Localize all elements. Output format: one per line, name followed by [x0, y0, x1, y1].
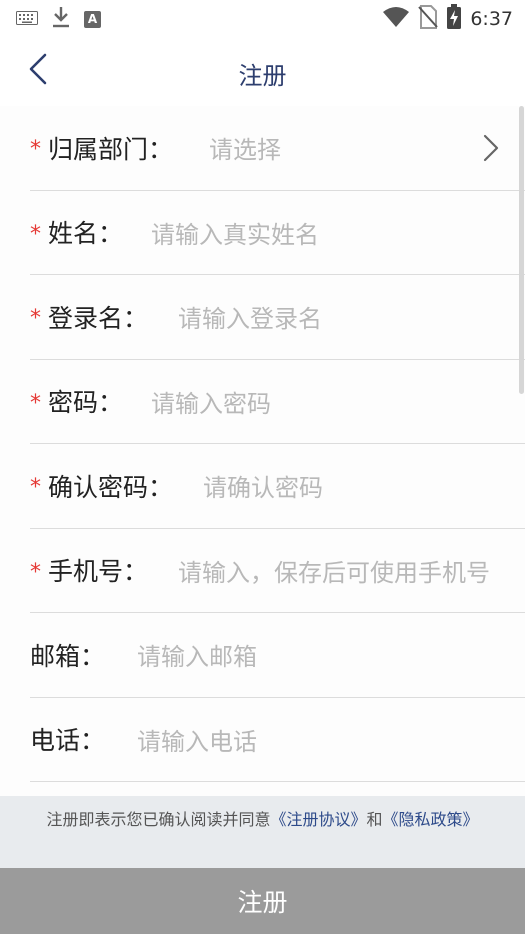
status-time: 6:37 [470, 8, 513, 30]
required-mark: * [30, 390, 41, 416]
no-sim-icon [418, 5, 439, 33]
confirm-password-field[interactable]: * 确认密码： 请确认密码 [30, 444, 525, 529]
username-field[interactable]: * 登录名： 请输入登录名 [30, 275, 525, 360]
email-input[interactable]: 请输入邮箱 [137, 637, 257, 672]
password-input[interactable]: 请输入密码 [151, 384, 271, 419]
password-field[interactable]: * 密码： 请输入密码 [30, 360, 525, 444]
agreement-prefix: 注册即表示您已确认阅读并同意 [46, 810, 271, 829]
field-label: 密码： [48, 388, 124, 418]
field-label: 姓名： [48, 219, 124, 249]
required-mark: * [30, 475, 41, 501]
status-bar: A 6:37 [0, 0, 525, 36]
privacy-policy-link[interactable]: 《隐私政策》 [383, 810, 479, 829]
name-field[interactable]: * 姓名： 请输入真实姓名 [30, 191, 525, 275]
battery-charging-icon [446, 4, 462, 34]
scrollbar[interactable] [519, 106, 524, 394]
phone-field[interactable]: * 手机号： 请输入，保存后可使用手机号 [30, 529, 525, 613]
field-label: 登录名： [48, 303, 149, 333]
wifi-icon [382, 6, 410, 32]
telephone-field[interactable]: 电话： 请输入电话 [30, 698, 525, 782]
page-title: 注册 [238, 62, 287, 90]
field-label: 确认密码： [48, 472, 174, 502]
field-label: 手机号： [48, 557, 149, 587]
confirm-password-input[interactable]: 请确认密码 [203, 468, 323, 503]
field-label: 邮箱： [30, 641, 106, 671]
keyboard-icon [16, 10, 38, 29]
required-mark: * [30, 221, 41, 247]
agreement-text: 注册即表示您已确认阅读并同意《注册协议》和《隐私政策》 [0, 796, 525, 868]
app-header: 注册 [0, 36, 525, 106]
required-mark: * [30, 137, 41, 163]
name-input[interactable]: 请输入真实姓名 [151, 215, 319, 250]
a-letter-icon: A [84, 10, 101, 28]
field-label: 电话： [30, 726, 106, 756]
department-field[interactable]: * 归属部门： 请选择 [30, 106, 525, 191]
username-input[interactable]: 请输入登录名 [178, 299, 322, 334]
register-button[interactable]: 注册 [0, 868, 525, 934]
required-mark: * [30, 559, 41, 585]
department-select[interactable]: 请选择 [209, 130, 281, 165]
registration-form: * 归属部门： 请选择 * 姓名： 请输入真实姓名 * 登录名： 请输入登录名 … [0, 106, 525, 796]
required-mark: * [30, 306, 41, 332]
telephone-input[interactable]: 请输入电话 [137, 722, 257, 757]
agreement-connector: 和 [366, 810, 383, 829]
registration-agreement-link[interactable]: 《注册协议》 [270, 810, 366, 829]
field-label: 归属部门： [48, 134, 174, 164]
chevron-right-icon[interactable] [479, 133, 503, 163]
phone-input[interactable]: 请输入，保存后可使用手机号 [178, 553, 500, 588]
email-field[interactable]: 邮箱： 请输入邮箱 [30, 613, 525, 698]
download-icon [52, 6, 70, 32]
